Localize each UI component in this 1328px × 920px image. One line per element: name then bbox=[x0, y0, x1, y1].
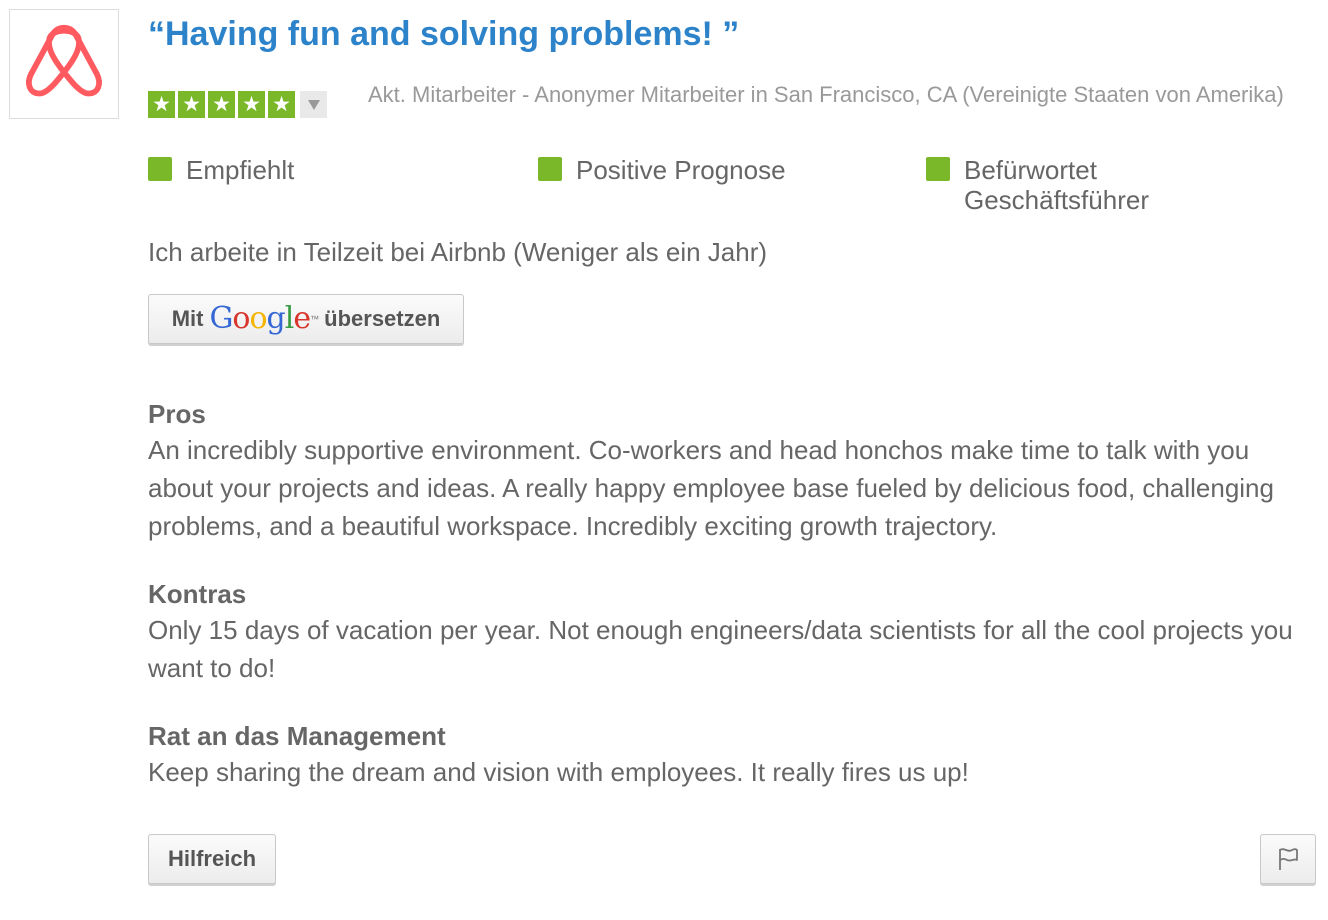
company-logo[interactable] bbox=[9, 9, 119, 119]
badge-ceo-approval: Befürwortet Geschäftsführer bbox=[926, 155, 1194, 215]
star-icon: ★ bbox=[268, 91, 295, 118]
badge-label: Befürwortet Geschäftsführer bbox=[964, 155, 1149, 215]
employment-status: Ich arbeite in Teilzeit bei Airbnb (Weni… bbox=[148, 237, 768, 267]
star-icon: ★ bbox=[238, 91, 265, 118]
pros-heading: Pros bbox=[148, 399, 206, 429]
star-icon: ★ bbox=[208, 91, 235, 118]
google-logo-icon: Google™ bbox=[209, 301, 319, 336]
badge-recommends: Empfiehlt bbox=[148, 155, 416, 185]
flag-icon bbox=[1279, 848, 1298, 870]
green-square-icon bbox=[926, 157, 950, 181]
airbnb-logo-icon bbox=[26, 24, 102, 97]
star-icon: ★ bbox=[178, 91, 205, 118]
pros-text: An incredibly supportive environment. Co… bbox=[148, 435, 1274, 541]
translate-button[interactable]: Mit Google™ übersetzen bbox=[148, 294, 464, 344]
green-square-icon bbox=[148, 157, 172, 181]
trademark: ™ bbox=[310, 314, 319, 324]
star-rating: ★ ★ ★ ★ ★ bbox=[148, 91, 327, 118]
badge-label: Positive Prognose bbox=[576, 155, 786, 185]
flag-button[interactable] bbox=[1260, 834, 1316, 884]
review-title[interactable]: “Having fun and solving problems! ” bbox=[148, 12, 739, 56]
rating-dropdown[interactable] bbox=[300, 91, 327, 118]
star-icon: ★ bbox=[148, 91, 175, 118]
advice-heading: Rat an das Management bbox=[148, 721, 446, 751]
translate-suffix: übersetzen bbox=[324, 306, 441, 331]
translate-prefix: Mit bbox=[171, 306, 204, 331]
caret-down-icon bbox=[307, 99, 320, 110]
reviewer-info: Akt. Mitarbeiter - Anonymer Mitarbeiter … bbox=[368, 82, 1284, 107]
helpful-button[interactable]: Hilfreich bbox=[148, 834, 276, 884]
badge-label: Empfiehlt bbox=[186, 155, 295, 185]
cons-heading: Kontras bbox=[148, 579, 247, 609]
badge-outlook: Positive Prognose bbox=[538, 155, 806, 185]
cons-text: Only 15 days of vacation per year. Not e… bbox=[148, 615, 1293, 683]
green-square-icon bbox=[538, 157, 562, 181]
advice-text: Keep sharing the dream and vision with e… bbox=[148, 757, 969, 787]
